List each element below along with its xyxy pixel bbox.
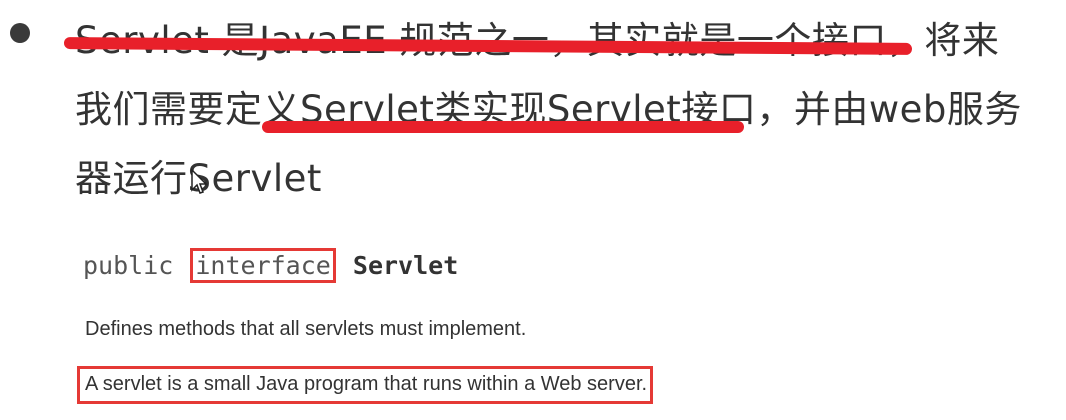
red-underline-annotation-2 (262, 121, 744, 133)
interface-keyword-highlight: interface (190, 248, 336, 283)
interface-keyword: interface (195, 251, 331, 280)
bullet-paragraph: Servlet 是JavaEE 规范之一，其实就是一个接口，将来 我们需要定义S… (75, 6, 1050, 213)
description-line-2-highlight: A servlet is a small Java program that r… (77, 366, 654, 404)
class-name: Servlet (352, 251, 459, 280)
interface-signature: public interface Servlet (83, 248, 458, 283)
modifier-keyword: public (83, 251, 174, 280)
description-line-2: A servlet is a small Java program that r… (85, 373, 648, 395)
description-line-1: Defines methods that all servlets must i… (85, 318, 527, 340)
mouse-cursor-icon (191, 168, 208, 194)
bullet-point (10, 23, 30, 43)
